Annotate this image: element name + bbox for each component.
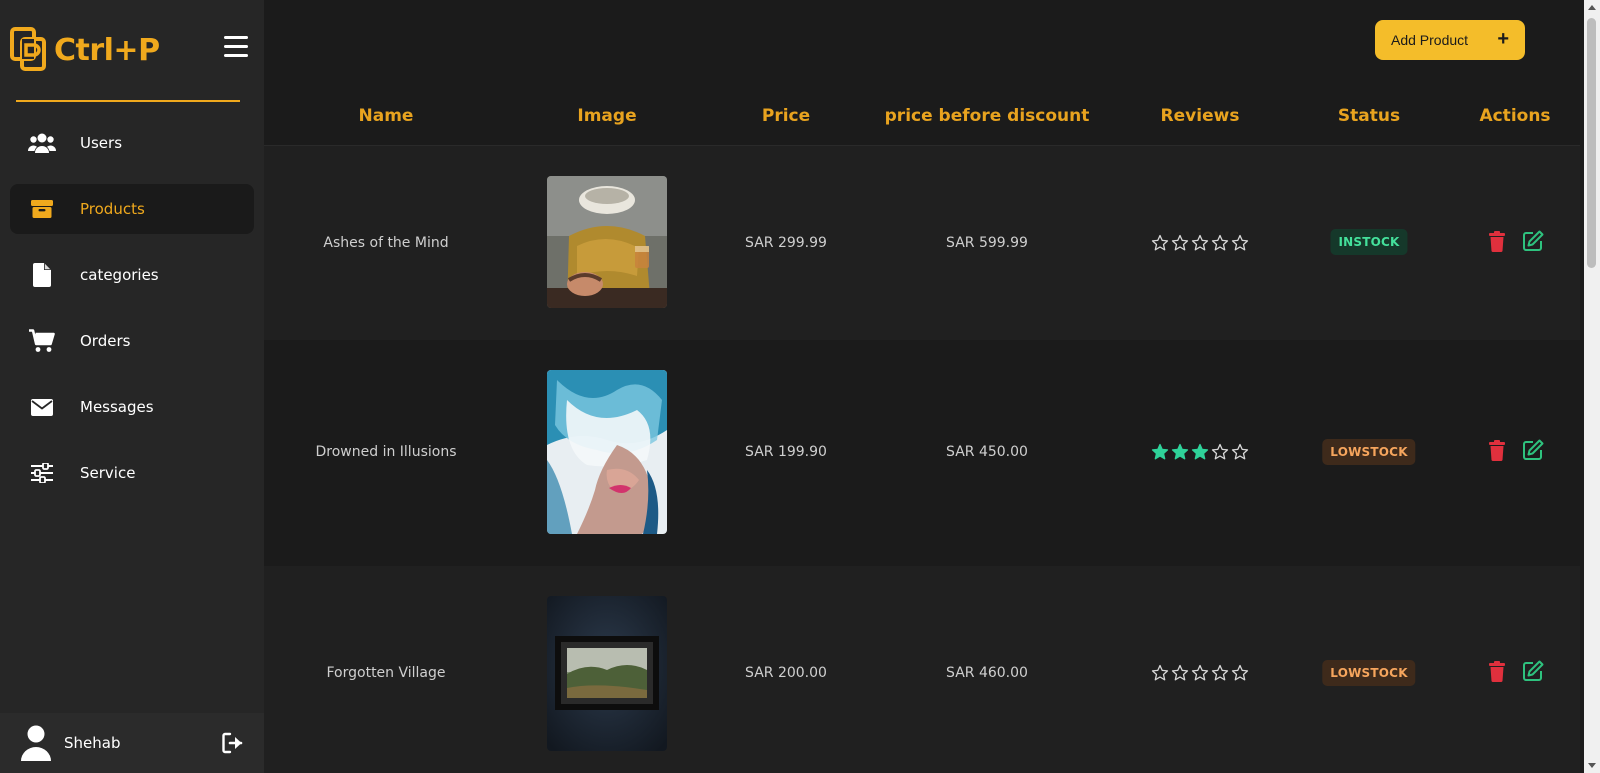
file-icon bbox=[28, 263, 56, 287]
product-image-ashes-of-the-mind[interactable] bbox=[547, 176, 667, 308]
product-price: SAR 200.00 bbox=[745, 665, 827, 681]
product-price-before-discount: SAR 599.99 bbox=[946, 235, 1028, 251]
row-actions bbox=[1486, 439, 1544, 461]
product-name: Forgotten Village bbox=[326, 665, 446, 681]
sidebar-item-label: Messages bbox=[80, 398, 154, 416]
rating-stars bbox=[1151, 443, 1249, 461]
sidebar-item-label: Products bbox=[80, 200, 145, 218]
row-actions bbox=[1486, 660, 1544, 682]
edit-icon[interactable] bbox=[1522, 660, 1544, 682]
product-image-drowned-in-illusions[interactable] bbox=[547, 370, 667, 534]
envelope-icon bbox=[28, 395, 56, 419]
logout-icon[interactable] bbox=[221, 731, 245, 755]
product-price-before-discount: SAR 460.00 bbox=[946, 665, 1028, 681]
sidebar-item-label: Service bbox=[80, 464, 136, 482]
star-empty-icon bbox=[1151, 234, 1169, 251]
ctrlp-logo-icon bbox=[10, 27, 46, 71]
sliders-icon bbox=[28, 461, 56, 485]
star-empty-icon bbox=[1151, 664, 1169, 681]
scrollbar-thumb[interactable] bbox=[1587, 18, 1596, 268]
sidebar-footer: Shehab bbox=[0, 713, 264, 773]
sidebar-item-label: Users bbox=[80, 134, 123, 152]
table-header: Name Image Price price before discount R… bbox=[264, 100, 1580, 146]
box-icon bbox=[28, 197, 56, 221]
add-product-label: Add Product bbox=[1391, 32, 1469, 48]
user-icon[interactable] bbox=[20, 725, 52, 761]
product-name: Drowned in Illusions bbox=[315, 444, 457, 460]
column-header-status[interactable]: Status bbox=[1338, 106, 1400, 126]
product-price: SAR 299.99 bbox=[745, 235, 827, 251]
star-filled-icon bbox=[1171, 443, 1189, 460]
rating-stars bbox=[1151, 234, 1249, 252]
product-price-before-discount: SAR 450.00 bbox=[946, 444, 1028, 460]
brand[interactable]: Ctrl+P bbox=[10, 26, 160, 74]
scroll-up-icon[interactable] bbox=[1588, 5, 1596, 10]
column-header-reviews[interactable]: Reviews bbox=[1161, 106, 1240, 126]
row-actions bbox=[1486, 230, 1544, 252]
star-empty-icon bbox=[1191, 664, 1209, 681]
star-empty-icon bbox=[1191, 234, 1209, 251]
star-empty-icon bbox=[1211, 234, 1229, 251]
user-name: Shehab bbox=[64, 734, 121, 752]
app: Ctrl+P Users Products categories Orders … bbox=[0, 0, 1600, 773]
star-filled-icon bbox=[1151, 443, 1169, 460]
column-header-actions: Actions bbox=[1479, 106, 1551, 126]
status-badge: LOWSTOCK bbox=[1322, 660, 1416, 686]
table-row: Drowned in Illusions SAR 199.90 SAR 450.… bbox=[264, 340, 1580, 566]
star-empty-icon bbox=[1231, 664, 1249, 681]
rating-stars bbox=[1151, 664, 1249, 682]
add-product-button[interactable]: Add Product + bbox=[1375, 20, 1525, 60]
main-content: Add Product + Name Image Price price bef… bbox=[264, 0, 1580, 773]
column-header-image[interactable]: Image bbox=[577, 106, 636, 126]
plus-icon: + bbox=[1497, 28, 1509, 50]
status-badge: LOWSTOCK bbox=[1322, 439, 1416, 465]
status-badge: INSTOCK bbox=[1330, 229, 1408, 255]
sidebar-item-label: Orders bbox=[80, 332, 131, 350]
cart-icon bbox=[28, 329, 56, 353]
product-price: SAR 199.90 bbox=[745, 444, 827, 460]
table-row: Ashes of the Mind SAR 299.99 SAR 599.99 … bbox=[264, 146, 1580, 340]
sidebar: Ctrl+P Users Products categories Orders … bbox=[0, 0, 264, 773]
edit-icon[interactable] bbox=[1522, 439, 1544, 461]
sidebar-item-label: categories bbox=[80, 266, 159, 284]
users-icon bbox=[28, 131, 56, 155]
scroll-down-icon[interactable] bbox=[1588, 763, 1596, 768]
star-empty-icon bbox=[1211, 664, 1229, 681]
page-scrollbar[interactable] bbox=[1584, 0, 1600, 773]
sidebar-item-messages[interactable]: Messages bbox=[10, 382, 254, 432]
sidebar-item-service[interactable]: Service bbox=[10, 448, 254, 498]
sidebar-item-users[interactable]: Users bbox=[10, 118, 254, 168]
column-header-price[interactable]: Price bbox=[762, 106, 810, 126]
sidebar-item-categories[interactable]: categories bbox=[10, 250, 254, 300]
delete-icon[interactable] bbox=[1486, 660, 1508, 682]
sidebar-nav: Users Products categories Orders Message… bbox=[10, 118, 254, 514]
star-empty-icon bbox=[1171, 234, 1189, 251]
delete-icon[interactable] bbox=[1486, 439, 1508, 461]
star-empty-icon bbox=[1171, 664, 1189, 681]
star-filled-icon bbox=[1191, 443, 1209, 460]
star-empty-icon bbox=[1231, 234, 1249, 251]
star-empty-icon bbox=[1211, 443, 1229, 460]
table-row: Forgotten Village SAR 200.00 SAR 460.00 … bbox=[264, 566, 1580, 773]
column-header-name[interactable]: Name bbox=[359, 106, 414, 126]
brand-name: Ctrl+P bbox=[54, 32, 160, 68]
sidebar-item-orders[interactable]: Orders bbox=[10, 316, 254, 366]
delete-icon[interactable] bbox=[1486, 230, 1508, 252]
brand-divider bbox=[16, 100, 240, 102]
menu-toggle-icon[interactable] bbox=[224, 36, 248, 58]
sidebar-item-products[interactable]: Products bbox=[10, 184, 254, 234]
edit-icon[interactable] bbox=[1522, 230, 1544, 252]
product-image-forgotten-village[interactable] bbox=[547, 596, 667, 751]
column-header-price-before-discount[interactable]: price before discount bbox=[885, 106, 1090, 126]
product-name: Ashes of the Mind bbox=[323, 235, 449, 251]
star-empty-icon bbox=[1231, 443, 1249, 460]
